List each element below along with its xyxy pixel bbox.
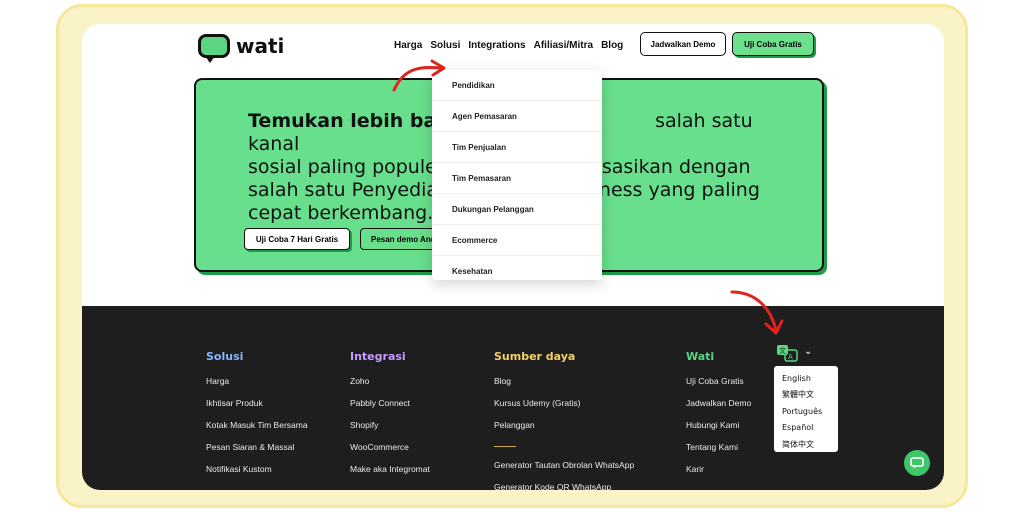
chat-icon: [910, 457, 924, 469]
solusi-dropdown-menu: Pendidikan Agen Pemasaran Tim Penjualan …: [432, 70, 602, 280]
footer-link[interactable]: Tentang Kami: [686, 442, 751, 464]
footer-divider: [494, 446, 516, 447]
dropdown-item-tim-pemasaran[interactable]: Tim Pemasaran: [432, 163, 602, 194]
website-screenshot: wati Harga Solusi Integrations Afiliasi/…: [82, 24, 944, 490]
nav-solusi[interactable]: Solusi: [430, 40, 460, 51]
footer-link[interactable]: Zoho: [350, 376, 430, 398]
footer-link[interactable]: Ikhtisar Produk: [206, 398, 308, 420]
footer-col-title: Wati: [686, 350, 715, 363]
footer-link[interactable]: Blog: [494, 376, 634, 398]
nav-harga[interactable]: Harga: [394, 40, 422, 51]
footer-col-integrasi: Integrasi Zoho Pabbly Connect Shopify Wo…: [350, 350, 430, 486]
footer-link[interactable]: Shopify: [350, 420, 430, 442]
dropdown-item-ecommerce[interactable]: Ecommerce: [432, 225, 602, 256]
hero-text-line2-left: sosial paling populer s: [248, 156, 461, 178]
footer-link[interactable]: Harga: [206, 376, 308, 398]
language-option-portuguese[interactable]: Português: [782, 403, 838, 420]
footer-col-title: Solusi: [206, 350, 244, 363]
dropdown-item-tim-penjualan[interactable]: Tim Penjualan: [432, 132, 602, 163]
footer-link[interactable]: Hubungi Kami: [686, 420, 751, 442]
footer-col-solusi: Solusi Harga Ikhtisar Produk Kotak Masuk…: [206, 350, 308, 486]
annotation-arrow-icon: [392, 59, 446, 92]
footer-col-title: Integrasi: [350, 350, 406, 363]
annotation-arrow-icon: [730, 290, 784, 335]
translate-icon[interactable]: 文 A: [776, 344, 798, 362]
language-option-spanish[interactable]: Español: [782, 420, 838, 437]
chevron-down-icon[interactable]: ⌄: [804, 346, 812, 357]
nav-blog[interactable]: Blog: [601, 40, 623, 51]
brand-name: wati: [236, 34, 285, 58]
footer-link[interactable]: Make aka Integromat: [350, 464, 430, 486]
footer-link[interactable]: Kotak Masuk Tim Bersama: [206, 420, 308, 442]
footer-link[interactable]: Pelanggan: [494, 420, 634, 442]
footer-col-wati: Wati Uji Coba Gratis Jadwalkan Demo Hubu…: [686, 350, 751, 486]
dropdown-item-agen-pemasaran[interactable]: Agen Pemasaran: [432, 101, 602, 132]
footer-link[interactable]: Karir: [686, 464, 751, 486]
footer-link[interactable]: WooCommerce: [350, 442, 430, 464]
main-nav: Harga Solusi Integrations Afiliasi/Mitra…: [394, 40, 623, 51]
hero-text-line2-right: isasikan dengan: [596, 156, 751, 178]
dropdown-item-dukungan-pelanggan[interactable]: Dukungan Pelanggan: [432, 194, 602, 225]
footer-link[interactable]: Uji Coba Gratis: [686, 376, 751, 398]
dropdown-item-kesehatan[interactable]: Kesehatan: [432, 256, 602, 287]
chat-bubble-logo-icon: [198, 34, 230, 63]
footer-col-title: Sumber daya: [494, 350, 576, 363]
hero-text-line4: cepat berkembang.: [248, 202, 434, 224]
footer-link[interactable]: Pesan Siaran & Massal: [206, 442, 308, 464]
hero-trial-button[interactable]: Uji Coba 7 Hari Gratis: [244, 228, 350, 250]
footer-link[interactable]: Kursus Udemy (Gratis): [494, 398, 634, 420]
nav-afiliasi-mitra[interactable]: Afiliasi/Mitra: [534, 40, 593, 51]
nav-integrations[interactable]: Integrations: [468, 40, 525, 51]
language-menu: English 繁體中文 Português Español 简体中文: [774, 366, 838, 452]
svg-text:A: A: [788, 353, 793, 361]
chat-widget-button[interactable]: [904, 450, 930, 476]
footer-link[interactable]: Jadwalkan Demo: [686, 398, 751, 420]
free-trial-button[interactable]: Uji Coba Gratis: [732, 32, 814, 56]
language-option-english[interactable]: English: [782, 370, 838, 387]
language-option-traditional-chinese[interactable]: 繁體中文: [782, 387, 838, 404]
wati-logo[interactable]: wati: [198, 34, 285, 63]
svg-text:文: 文: [779, 346, 786, 355]
footer-link[interactable]: Pabbly Connect: [350, 398, 430, 420]
dropdown-item-pendidikan[interactable]: Pendidikan: [432, 70, 602, 101]
footer-link[interactable]: Generator Kode QR WhatsApp: [494, 482, 634, 490]
hero-text-line3-left: salah satu Penyedia L: [248, 179, 455, 201]
footer-col-sumber-daya: Sumber daya Blog Kursus Udemy (Gratis) P…: [494, 350, 634, 490]
schedule-demo-button[interactable]: Jadwalkan Demo: [640, 32, 726, 56]
footer-link[interactable]: Generator Tautan Obrolan WhatsApp: [494, 460, 634, 482]
language-option-simplified-chinese[interactable]: 简体中文: [782, 436, 838, 453]
footer-link[interactable]: Notifikasi Kustom: [206, 464, 308, 486]
